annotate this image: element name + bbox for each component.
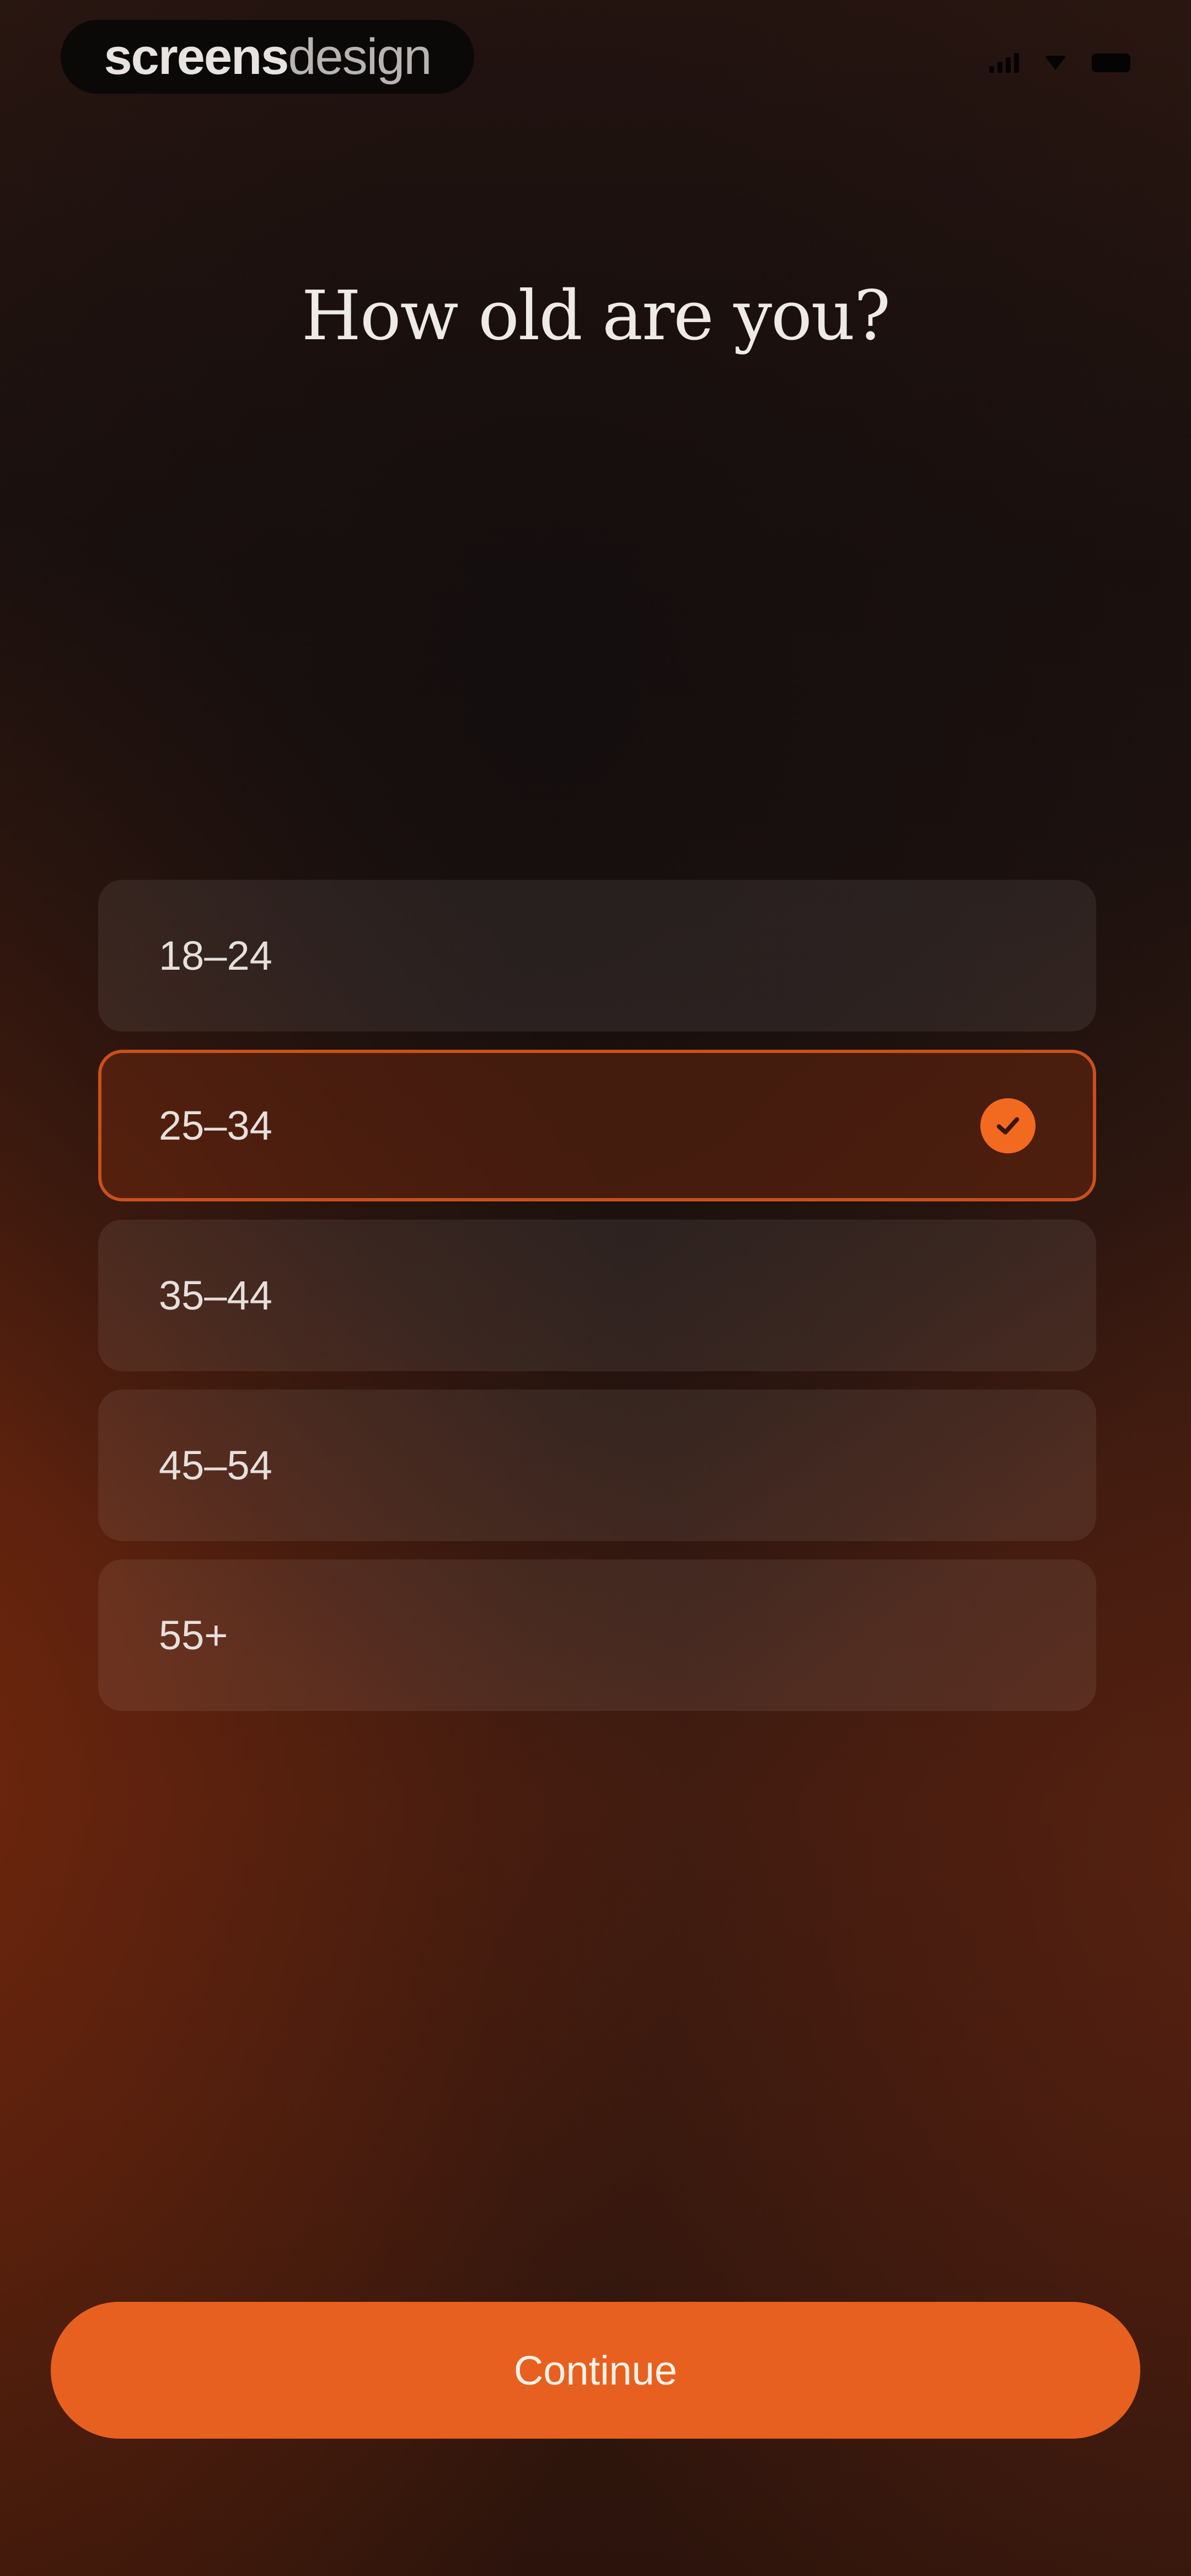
status-bar [989,53,1130,73]
age-option-18-24[interactable]: 18–24 [98,880,1096,1032]
age-option-label: 35–44 [159,1273,272,1318]
battery-icon [1092,54,1130,72]
age-option-25-34[interactable]: 25–34 [98,1050,1096,1201]
checkmark-circle-icon [980,1098,1036,1153]
age-option-label: 18–24 [159,933,272,979]
age-option-label: 25–34 [159,1103,272,1148]
watermark-strong-text: screens [104,28,289,85]
age-option-55-plus[interactable]: 55+ [98,1559,1096,1711]
age-option-label: 45–54 [159,1442,272,1488]
page-title: How old are you? [301,276,891,356]
screensdesign-watermark: screens design [61,20,474,94]
wifi-icon [1044,56,1066,70]
cellular-signal-icon [989,53,1019,73]
age-option-45-54[interactable]: 45–54 [98,1389,1096,1541]
continue-button[interactable]: Continue [51,2302,1140,2439]
age-option-35-44[interactable]: 35–44 [98,1220,1096,1371]
age-option-label: 55+ [159,1612,228,1658]
onboarding-screen: screens design How old are you? 18–24 25–… [0,0,1191,2576]
age-options-list: 18–24 25–34 35–44 45–54 55+ [98,880,1096,1711]
watermark-light-text: design [288,28,432,85]
